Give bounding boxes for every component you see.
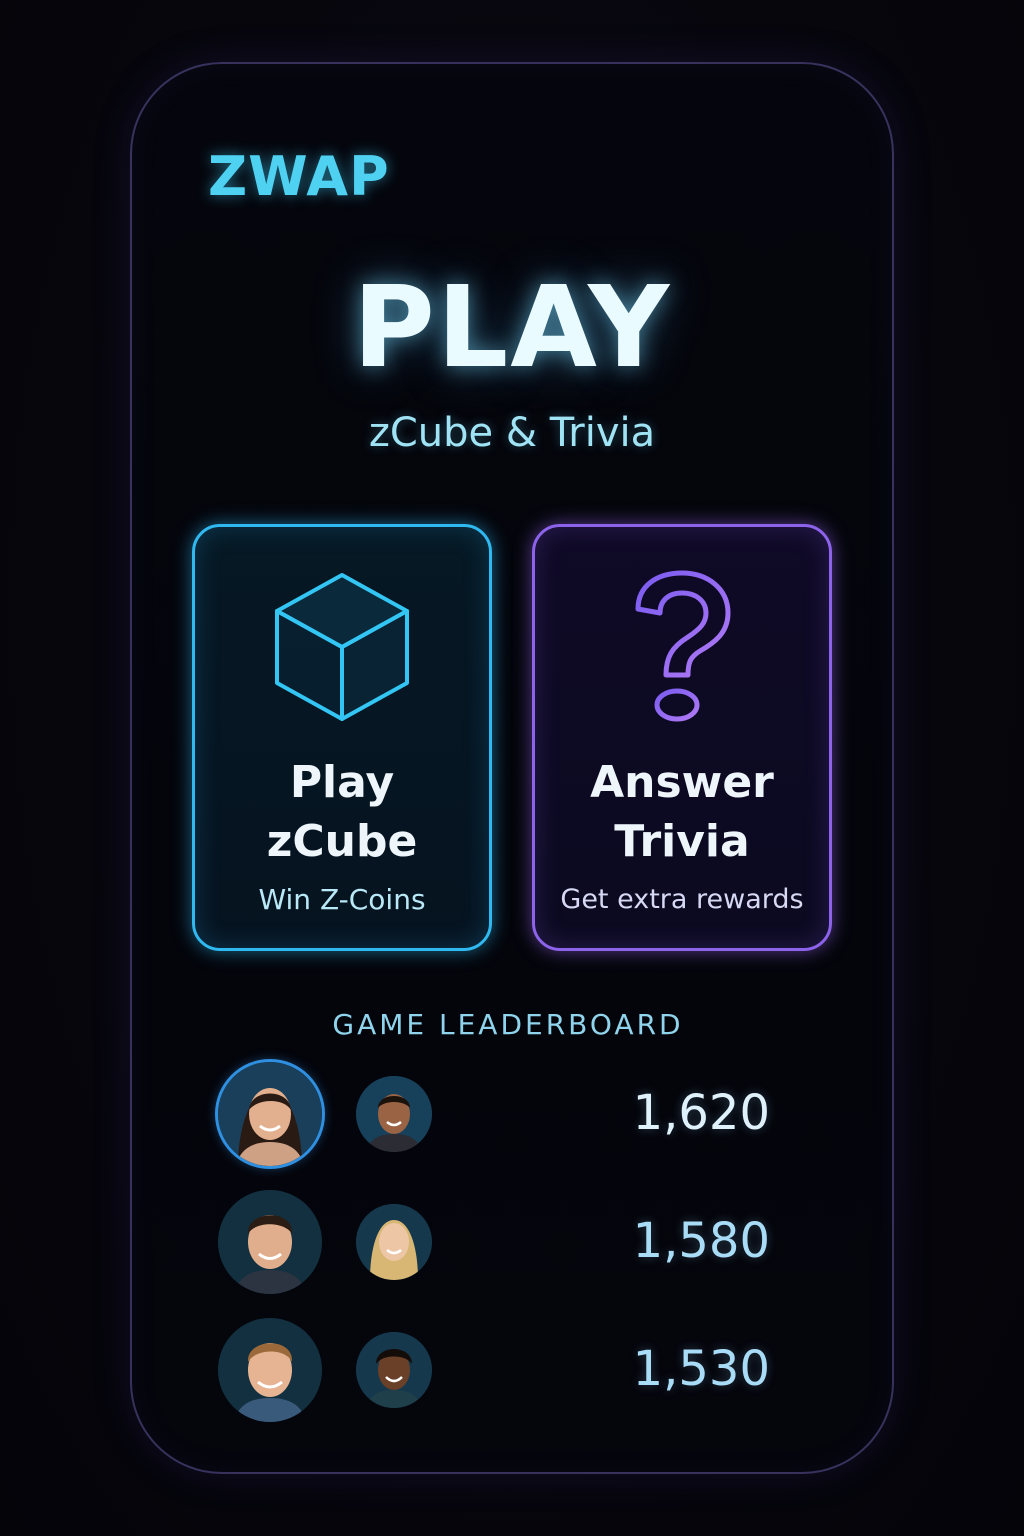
leaderboard-row[interactable]: 1,580 bbox=[216, 1190, 816, 1300]
answer-trivia-card[interactable]: Answer Trivia Get extra rewards bbox=[532, 524, 832, 951]
avatar bbox=[218, 1318, 322, 1422]
avatar bbox=[356, 1076, 432, 1152]
question-mark-icon bbox=[535, 567, 829, 727]
leaderboard-score: 1,530 bbox=[632, 1341, 770, 1397]
leaderboard-score: 1,580 bbox=[632, 1213, 770, 1269]
page-subtitle: zCube & Trivia bbox=[368, 410, 656, 456]
card-subtitle: Get extra rewards bbox=[560, 884, 804, 915]
leaderboard-row[interactable]: 1,620 bbox=[216, 1062, 816, 1172]
play-zcube-card[interactable]: Play zCube Win Z-Coins bbox=[192, 524, 492, 951]
avatar bbox=[356, 1204, 432, 1280]
card-title-line2: Trivia bbox=[614, 816, 750, 867]
card-title-line1: Play bbox=[289, 757, 395, 808]
page-title: PLAY bbox=[352, 263, 672, 393]
card-title-line2: zCube bbox=[266, 816, 418, 867]
leaderboard-row[interactable]: 1,530 bbox=[216, 1318, 816, 1428]
leaderboard-score: 1,620 bbox=[632, 1085, 770, 1141]
brand-logo: ZWAP bbox=[208, 145, 390, 208]
avatar bbox=[218, 1190, 322, 1294]
card-title-line1: Answer bbox=[590, 757, 774, 808]
avatar bbox=[218, 1062, 322, 1166]
card-subtitle: Win Z-Coins bbox=[258, 883, 426, 916]
card-title: Play zCube bbox=[195, 753, 489, 871]
cube-icon bbox=[195, 567, 489, 727]
leaderboard-heading: GAME LEADERBOARD bbox=[332, 1008, 684, 1041]
avatar bbox=[356, 1332, 432, 1408]
card-title: Answer Trivia bbox=[535, 753, 829, 871]
